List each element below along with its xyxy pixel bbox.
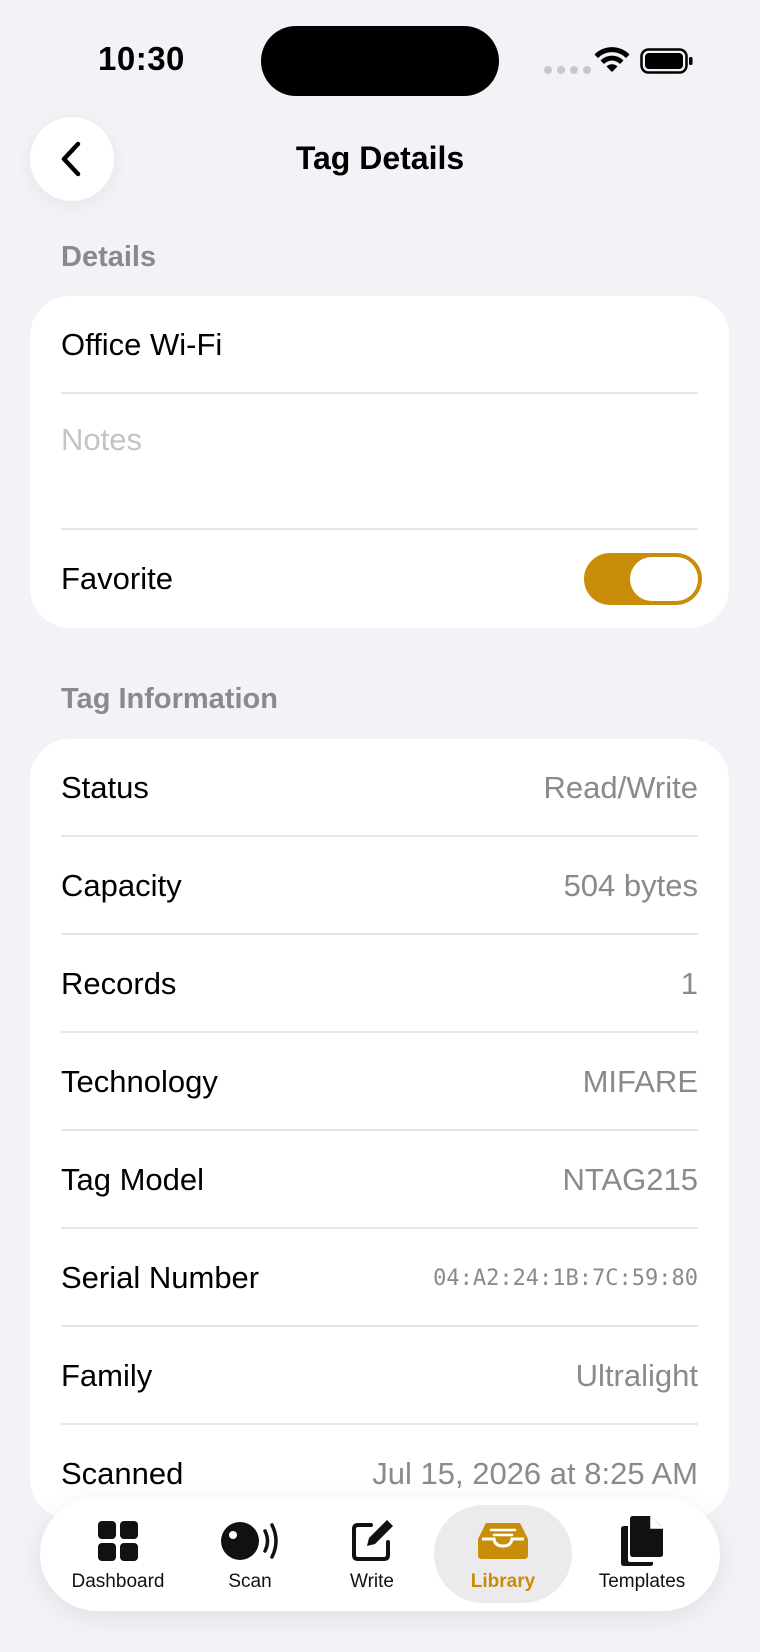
tab-templates[interactable]: Templates	[574, 1505, 710, 1603]
info-value: Read/Write	[543, 770, 699, 805]
tab-label: Templates	[598, 1571, 686, 1592]
info-label: Scanned	[61, 1456, 184, 1491]
scan-icon	[221, 1522, 278, 1560]
info-label: Technology	[61, 1064, 218, 1099]
info-row-technology: Technology MIFARE	[61, 1033, 698, 1131]
tab-label: Dashboard	[71, 1571, 165, 1592]
status-bar: 10:30	[0, 0, 760, 120]
info-label: Status	[61, 770, 149, 805]
name-field-value: Office Wi-Fi	[61, 327, 223, 362]
tab-scan[interactable]: Scan	[196, 1505, 304, 1603]
serial-number-value: 04:A2:24:1B:7C:59:80	[433, 1265, 698, 1291]
info-row-tag-model: Tag Model NTAG215	[61, 1131, 698, 1229]
details-card: Office Wi-Fi Notes Favorite	[30, 296, 729, 628]
documents-icon	[621, 1516, 663, 1566]
tag-info-card: Status Read/Write Capacity 504 bytes Rec…	[30, 739, 729, 1519]
name-field[interactable]: Office Wi-Fi	[61, 296, 698, 394]
info-label: Records	[61, 966, 177, 1001]
info-value: 504 bytes	[563, 868, 698, 903]
status-time: 10:30	[98, 40, 185, 77]
page-title: Tag Details	[295, 140, 465, 176]
info-row-status: Status Read/Write	[61, 739, 698, 837]
favorite-toggle[interactable]	[584, 553, 702, 605]
tray-icon	[478, 1523, 528, 1559]
info-row-serial-number: Serial Number 04:A2:24:1B:7C:59:80	[61, 1229, 698, 1327]
info-value: NTAG215	[562, 1162, 698, 1197]
details-section-header: Details	[61, 241, 157, 273]
info-label: Tag Model	[61, 1162, 205, 1197]
favorite-row: Favorite	[61, 530, 702, 628]
tag-info-section-header: Tag Information	[61, 683, 278, 715]
info-label: Capacity	[61, 868, 182, 903]
info-value: Jul 15, 2026 at 8:25 AM	[372, 1456, 698, 1491]
tab-bar: Dashboard Scan Write Library Templates	[40, 1497, 720, 1611]
info-value: Ultralight	[575, 1358, 698, 1393]
grid-icon	[98, 1521, 138, 1561]
favorite-label: Favorite	[61, 561, 173, 596]
info-row-family: Family Ultralight	[61, 1327, 698, 1425]
notes-placeholder: Notes	[61, 422, 142, 457]
tab-label: Scan	[228, 1571, 272, 1592]
write-icon	[352, 1520, 393, 1561]
tab-label: Library	[470, 1571, 536, 1592]
dynamic-island	[261, 26, 499, 96]
info-row-capacity: Capacity 504 bytes	[61, 837, 698, 935]
info-label: Family	[61, 1358, 153, 1393]
tab-dashboard[interactable]: Dashboard	[54, 1505, 182, 1603]
cellular-signal-icon	[544, 66, 591, 74]
info-value: MIFARE	[582, 1064, 698, 1099]
tab-write[interactable]: Write	[320, 1505, 424, 1603]
info-value: 1	[680, 966, 698, 1001]
tab-label: Write	[350, 1571, 394, 1592]
info-row-records: Records 1	[61, 935, 698, 1033]
info-label: Serial Number	[61, 1260, 260, 1295]
tab-library[interactable]: Library	[434, 1505, 572, 1603]
toggle-knob	[630, 557, 698, 601]
notes-field[interactable]: Notes	[61, 394, 698, 530]
wifi-icon	[594, 47, 630, 72]
battery-icon	[640, 48, 693, 74]
